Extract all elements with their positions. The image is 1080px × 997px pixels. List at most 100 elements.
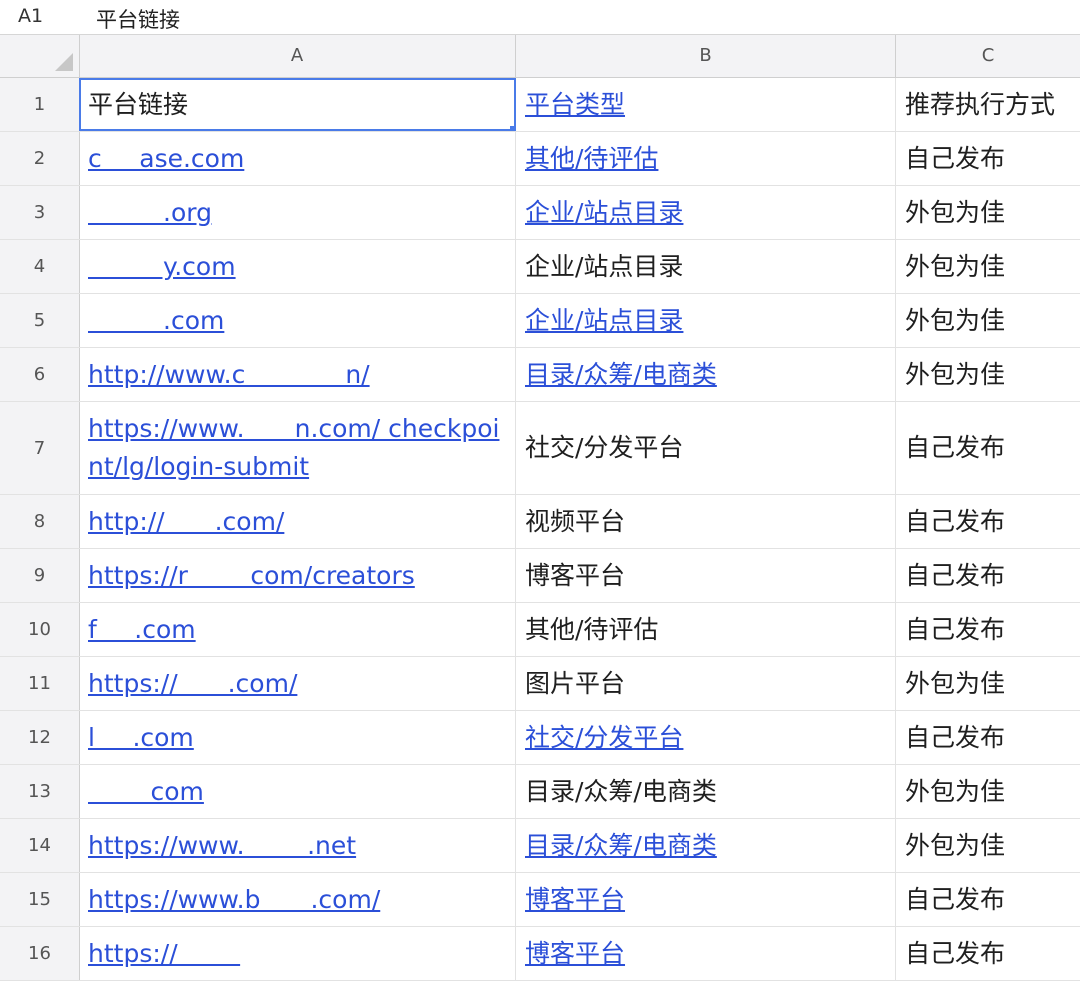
cell-c15[interactable]: 自己发布 [896, 873, 1080, 926]
cell-link[interactable]: https://www. n.com/ checkpoint/lg/login-… [88, 410, 515, 486]
cell-b7[interactable]: 社交/分发平台 [516, 402, 896, 494]
cell-a7[interactable]: https://www. n.com/ checkpoint/lg/login-… [79, 402, 516, 494]
cell-b10[interactable]: 其他/待评估 [516, 603, 896, 656]
cell-c16[interactable]: 自己发布 [896, 927, 1080, 980]
cell-link[interactable]: https://www. .net [88, 827, 356, 865]
cell-link[interactable]: c ase.com [88, 140, 244, 178]
formula-bar[interactable]: A1 平台链接 [0, 0, 1080, 35]
cell-link[interactable]: 目录/众筹/电商类 [525, 356, 717, 394]
cell-link[interactable]: https:// [88, 935, 240, 973]
column-header-a[interactable]: A [79, 35, 516, 77]
row-header[interactable]: 10 [0, 603, 80, 656]
cell-a3[interactable]: .org [79, 186, 516, 239]
row-header[interactable]: 15 [0, 873, 80, 926]
cell-link[interactable]: .org [88, 194, 212, 232]
cell-b13[interactable]: 目录/众筹/电商类 [516, 765, 896, 818]
cell-link[interactable]: .com [88, 302, 224, 340]
cell-c11[interactable]: 外包为佳 [896, 657, 1080, 710]
cell-link[interactable]: f .com [88, 611, 196, 649]
cell-link[interactable]: 博客平台 [525, 881, 625, 919]
cell-c1[interactable]: 推荐执行方式 [896, 78, 1080, 131]
column-header-c[interactable]: C [896, 35, 1080, 77]
row-header[interactable]: 9 [0, 549, 80, 602]
cell-reference[interactable]: A1 [18, 5, 43, 27]
cell-b1[interactable]: 平台类型 [516, 78, 896, 131]
cell-a11[interactable]: https:// .com/ [79, 657, 516, 710]
cell-link[interactable]: 社交/分发平台 [525, 719, 683, 757]
row-header[interactable]: 3 [0, 186, 80, 239]
cell-c3[interactable]: 外包为佳 [896, 186, 1080, 239]
cell-link[interactable]: https:// .com/ [88, 665, 297, 703]
cell-a9[interactable]: https://r com/creators [79, 549, 516, 602]
cell-link[interactable]: 企业/站点目录 [525, 194, 683, 232]
cell-b8[interactable]: 视频平台 [516, 495, 896, 548]
row-header[interactable]: 14 [0, 819, 80, 872]
cell-a8[interactable]: http:// .com/ [79, 495, 516, 548]
cell-a10[interactable]: f .com [79, 603, 516, 656]
cell-link[interactable]: 其他/待评估 [525, 140, 658, 178]
row-header[interactable]: 5 [0, 294, 80, 347]
cell-link[interactable]: 博客平台 [525, 935, 625, 973]
row-header[interactable]: 6 [0, 348, 80, 401]
row-header[interactable]: 11 [0, 657, 80, 710]
cell-b11[interactable]: 图片平台 [516, 657, 896, 710]
cell-text: 自己发布 [905, 722, 1006, 752]
cell-a6[interactable]: http://www.c n/ [79, 348, 516, 401]
cell-b4[interactable]: 企业/站点目录 [516, 240, 896, 293]
cell-a14[interactable]: https://www. .net [79, 819, 516, 872]
cell-b5[interactable]: 企业/站点目录 [516, 294, 896, 347]
cell-c5[interactable]: 外包为佳 [896, 294, 1080, 347]
row-header[interactable]: 7 [0, 402, 80, 494]
table-row: 3 .org 企业/站点目录 外包为佳 [0, 186, 1080, 240]
row-header[interactable]: 12 [0, 711, 80, 764]
cell-link[interactable]: 企业/站点目录 [525, 302, 683, 340]
select-all-corner[interactable] [0, 35, 80, 77]
cell-c14[interactable]: 外包为佳 [896, 819, 1080, 872]
cell-c13[interactable]: 外包为佳 [896, 765, 1080, 818]
row-header[interactable]: 1 [0, 78, 80, 131]
cell-a4[interactable]: y.com [79, 240, 516, 293]
formula-content[interactable]: 平台链接 [96, 4, 180, 34]
cell-c8[interactable]: 自己发布 [896, 495, 1080, 548]
cell-a12[interactable]: l .com [79, 711, 516, 764]
row-header[interactable]: 13 [0, 765, 80, 818]
cell-c7[interactable]: 自己发布 [896, 402, 1080, 494]
cell-link[interactable]: l .com [88, 719, 194, 757]
cell-link[interactable]: https://www.b .com/ [88, 881, 380, 919]
cell-b3[interactable]: 企业/站点目录 [516, 186, 896, 239]
row-header[interactable]: 8 [0, 495, 80, 548]
cell-c12[interactable]: 自己发布 [896, 711, 1080, 764]
cell-c9[interactable]: 自己发布 [896, 549, 1080, 602]
cell-b12[interactable]: 社交/分发平台 [516, 711, 896, 764]
cell-b16[interactable]: 博客平台 [516, 927, 896, 980]
cell-b9[interactable]: 博客平台 [516, 549, 896, 602]
cell-text: 企业/站点目录 [525, 251, 684, 281]
cell-c4[interactable]: 外包为佳 [896, 240, 1080, 293]
cell-link[interactable]: http:// .com/ [88, 503, 284, 541]
cell-a2[interactable]: c ase.com [79, 132, 516, 185]
cell-a1[interactable]: 平台链接 [79, 78, 516, 131]
cell-a13[interactable]: com [79, 765, 516, 818]
table-row: 2c ase.com 其他/待评估 自己发布 [0, 132, 1080, 186]
cell-link[interactable]: http://www.c n/ [88, 356, 370, 394]
row-header[interactable]: 16 [0, 927, 80, 980]
cell-b15[interactable]: 博客平台 [516, 873, 896, 926]
cell-link[interactable]: 目录/众筹/电商类 [525, 827, 717, 865]
cell-b6[interactable]: 目录/众筹/电商类 [516, 348, 896, 401]
cell-c2[interactable]: 自己发布 [896, 132, 1080, 185]
cell-c10[interactable]: 自己发布 [896, 603, 1080, 656]
cell-link[interactable]: https://r com/creators [88, 557, 415, 595]
cell-link[interactable]: 平台类型 [525, 86, 625, 124]
cell-text: 外包为佳 [905, 776, 1006, 806]
cell-b14[interactable]: 目录/众筹/电商类 [516, 819, 896, 872]
cell-c6[interactable]: 外包为佳 [896, 348, 1080, 401]
row-header[interactable]: 2 [0, 132, 80, 185]
cell-a15[interactable]: https://www.b .com/ [79, 873, 516, 926]
cell-link[interactable]: com [88, 773, 204, 811]
cell-a16[interactable]: https:// [79, 927, 516, 980]
row-header[interactable]: 4 [0, 240, 80, 293]
cell-a5[interactable]: .com [79, 294, 516, 347]
cell-link[interactable]: y.com [88, 248, 236, 286]
column-header-b[interactable]: B [516, 35, 896, 77]
cell-b2[interactable]: 其他/待评估 [516, 132, 896, 185]
